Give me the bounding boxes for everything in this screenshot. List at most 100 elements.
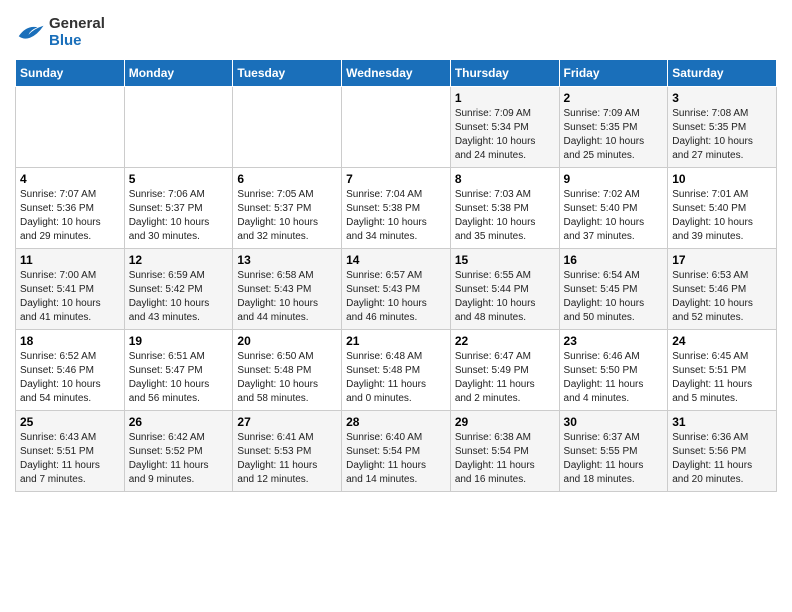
day-number: 15	[455, 253, 555, 267]
day-detail: Sunrise: 6:50 AM Sunset: 5:48 PM Dayligh…	[237, 350, 337, 406]
calendar-cell: 27 Sunrise: 6:41 AM Sunset: 5:53 PM Dayli…	[233, 411, 342, 492]
weekday-header: Wednesday	[342, 60, 451, 87]
day-detail: Sunrise: 7:05 AM Sunset: 5:37 PM Dayligh…	[237, 188, 337, 244]
day-detail: Sunrise: 6:41 AM Sunset: 5:53 PM Dayligh…	[237, 431, 337, 487]
day-detail: Sunrise: 6:51 AM Sunset: 5:47 PM Dayligh…	[129, 350, 229, 406]
day-number: 4	[20, 172, 120, 186]
day-number: 20	[237, 334, 337, 348]
calendar-cell: 5 Sunrise: 7:06 AM Sunset: 5:37 PM Daylig…	[124, 168, 233, 249]
day-number: 2	[564, 91, 664, 105]
logo-text: General Blue	[49, 15, 105, 49]
day-number: 16	[564, 253, 664, 267]
day-detail: Sunrise: 6:52 AM Sunset: 5:46 PM Dayligh…	[20, 350, 120, 406]
calendar-cell	[124, 87, 233, 168]
day-detail: Sunrise: 6:47 AM Sunset: 5:49 PM Dayligh…	[455, 350, 555, 406]
day-number: 12	[129, 253, 229, 267]
weekday-header: Thursday	[450, 60, 559, 87]
day-detail: Sunrise: 6:45 AM Sunset: 5:51 PM Dayligh…	[672, 350, 772, 406]
day-detail: Sunrise: 7:09 AM Sunset: 5:34 PM Dayligh…	[455, 107, 555, 163]
day-number: 6	[237, 172, 337, 186]
day-detail: Sunrise: 6:53 AM Sunset: 5:46 PM Dayligh…	[672, 269, 772, 325]
day-number: 28	[346, 415, 446, 429]
day-detail: Sunrise: 6:55 AM Sunset: 5:44 PM Dayligh…	[455, 269, 555, 325]
day-number: 9	[564, 172, 664, 186]
day-number: 23	[564, 334, 664, 348]
day-number: 1	[455, 91, 555, 105]
day-number: 26	[129, 415, 229, 429]
day-number: 3	[672, 91, 772, 105]
day-detail: Sunrise: 7:02 AM Sunset: 5:40 PM Dayligh…	[564, 188, 664, 244]
calendar-cell: 7 Sunrise: 7:04 AM Sunset: 5:38 PM Daylig…	[342, 168, 451, 249]
weekday-header: Tuesday	[233, 60, 342, 87]
calendar-cell: 9 Sunrise: 7:02 AM Sunset: 5:40 PM Daylig…	[559, 168, 668, 249]
calendar-cell	[233, 87, 342, 168]
calendar-cell: 31Sunrise: 6:36 AM Sunset: 5:56 PM Dayli…	[668, 411, 777, 492]
calendar-cell: 28 Sunrise: 6:40 AM Sunset: 5:54 PM Dayli…	[342, 411, 451, 492]
day-number: 21	[346, 334, 446, 348]
calendar-table: SundayMondayTuesdayWednesdayThursdayFrid…	[15, 59, 777, 492]
day-detail: Sunrise: 6:58 AM Sunset: 5:43 PM Dayligh…	[237, 269, 337, 325]
calendar-cell: 26 Sunrise: 6:42 AM Sunset: 5:52 PM Dayli…	[124, 411, 233, 492]
day-detail: Sunrise: 6:43 AM Sunset: 5:51 PM Dayligh…	[20, 431, 120, 487]
calendar-cell: 2Sunrise: 7:09 AM Sunset: 5:35 PM Daylig…	[559, 87, 668, 168]
calendar-cell: 11 Sunrise: 7:00 AM Sunset: 5:41 PM Dayli…	[16, 249, 125, 330]
day-detail: Sunrise: 6:38 AM Sunset: 5:54 PM Dayligh…	[455, 431, 555, 487]
day-number: 24	[672, 334, 772, 348]
calendar-cell: 12 Sunrise: 6:59 AM Sunset: 5:42 PM Dayli…	[124, 249, 233, 330]
day-detail: Sunrise: 6:59 AM Sunset: 5:42 PM Dayligh…	[129, 269, 229, 325]
day-detail: Sunrise: 6:36 AM Sunset: 5:56 PM Dayligh…	[672, 431, 772, 487]
day-number: 18	[20, 334, 120, 348]
calendar-week-row: 4 Sunrise: 7:07 AM Sunset: 5:36 PM Daylig…	[16, 168, 777, 249]
calendar-cell	[16, 87, 125, 168]
calendar-cell: 1 Sunrise: 7:09 AM Sunset: 5:34 PM Daylig…	[450, 87, 559, 168]
day-number: 5	[129, 172, 229, 186]
calendar-cell: 21 Sunrise: 6:48 AM Sunset: 5:48 PM Dayli…	[342, 330, 451, 411]
day-number: 25	[20, 415, 120, 429]
day-detail: Sunrise: 6:42 AM Sunset: 5:52 PM Dayligh…	[129, 431, 229, 487]
logo-icon	[15, 20, 45, 45]
weekday-header: Friday	[559, 60, 668, 87]
day-number: 19	[129, 334, 229, 348]
calendar-cell: 17 Sunrise: 6:53 AM Sunset: 5:46 PM Dayli…	[668, 249, 777, 330]
calendar-cell: 29Sunrise: 6:38 AM Sunset: 5:54 PM Dayli…	[450, 411, 559, 492]
calendar-cell: 25 Sunrise: 6:43 AM Sunset: 5:51 PM Dayli…	[16, 411, 125, 492]
day-detail: Sunrise: 6:37 AM Sunset: 5:55 PM Dayligh…	[564, 431, 664, 487]
day-number: 11	[20, 253, 120, 267]
weekday-header: Saturday	[668, 60, 777, 87]
day-number: 14	[346, 253, 446, 267]
calendar-cell: 8Sunrise: 7:03 AM Sunset: 5:38 PM Daylig…	[450, 168, 559, 249]
calendar-cell: 3Sunrise: 7:08 AM Sunset: 5:35 PM Daylig…	[668, 87, 777, 168]
day-detail: Sunrise: 6:48 AM Sunset: 5:48 PM Dayligh…	[346, 350, 446, 406]
weekday-header-row: SundayMondayTuesdayWednesdayThursdayFrid…	[16, 60, 777, 87]
day-number: 13	[237, 253, 337, 267]
page-header: General Blue	[15, 15, 777, 49]
weekday-header: Sunday	[16, 60, 125, 87]
calendar-cell: 6 Sunrise: 7:05 AM Sunset: 5:37 PM Daylig…	[233, 168, 342, 249]
day-number: 22	[455, 334, 555, 348]
day-number: 27	[237, 415, 337, 429]
day-detail: Sunrise: 6:46 AM Sunset: 5:50 PM Dayligh…	[564, 350, 664, 406]
calendar-week-row: 1 Sunrise: 7:09 AM Sunset: 5:34 PM Daylig…	[16, 87, 777, 168]
day-detail: Sunrise: 6:40 AM Sunset: 5:54 PM Dayligh…	[346, 431, 446, 487]
calendar-cell: 19 Sunrise: 6:51 AM Sunset: 5:47 PM Dayli…	[124, 330, 233, 411]
calendar-week-row: 11 Sunrise: 7:00 AM Sunset: 5:41 PM Dayli…	[16, 249, 777, 330]
day-number: 17	[672, 253, 772, 267]
day-detail: Sunrise: 7:00 AM Sunset: 5:41 PM Dayligh…	[20, 269, 120, 325]
day-number: 10	[672, 172, 772, 186]
day-detail: Sunrise: 7:07 AM Sunset: 5:36 PM Dayligh…	[20, 188, 120, 244]
calendar-cell: 16Sunrise: 6:54 AM Sunset: 5:45 PM Dayli…	[559, 249, 668, 330]
calendar-cell	[342, 87, 451, 168]
calendar-cell: 24 Sunrise: 6:45 AM Sunset: 5:51 PM Dayli…	[668, 330, 777, 411]
day-number: 8	[455, 172, 555, 186]
day-number: 7	[346, 172, 446, 186]
calendar-cell: 22 Sunrise: 6:47 AM Sunset: 5:49 PM Dayli…	[450, 330, 559, 411]
day-detail: Sunrise: 7:04 AM Sunset: 5:38 PM Dayligh…	[346, 188, 446, 244]
day-detail: Sunrise: 7:01 AM Sunset: 5:40 PM Dayligh…	[672, 188, 772, 244]
day-detail: Sunrise: 7:06 AM Sunset: 5:37 PM Dayligh…	[129, 188, 229, 244]
calendar-cell: 15 Sunrise: 6:55 AM Sunset: 5:44 PM Dayli…	[450, 249, 559, 330]
logo: General Blue	[15, 15, 105, 49]
calendar-cell: 23 Sunrise: 6:46 AM Sunset: 5:50 PM Dayli…	[559, 330, 668, 411]
calendar-week-row: 18 Sunrise: 6:52 AM Sunset: 5:46 PM Dayli…	[16, 330, 777, 411]
calendar-cell: 4 Sunrise: 7:07 AM Sunset: 5:36 PM Daylig…	[16, 168, 125, 249]
calendar-cell: 30Sunrise: 6:37 AM Sunset: 5:55 PM Dayli…	[559, 411, 668, 492]
